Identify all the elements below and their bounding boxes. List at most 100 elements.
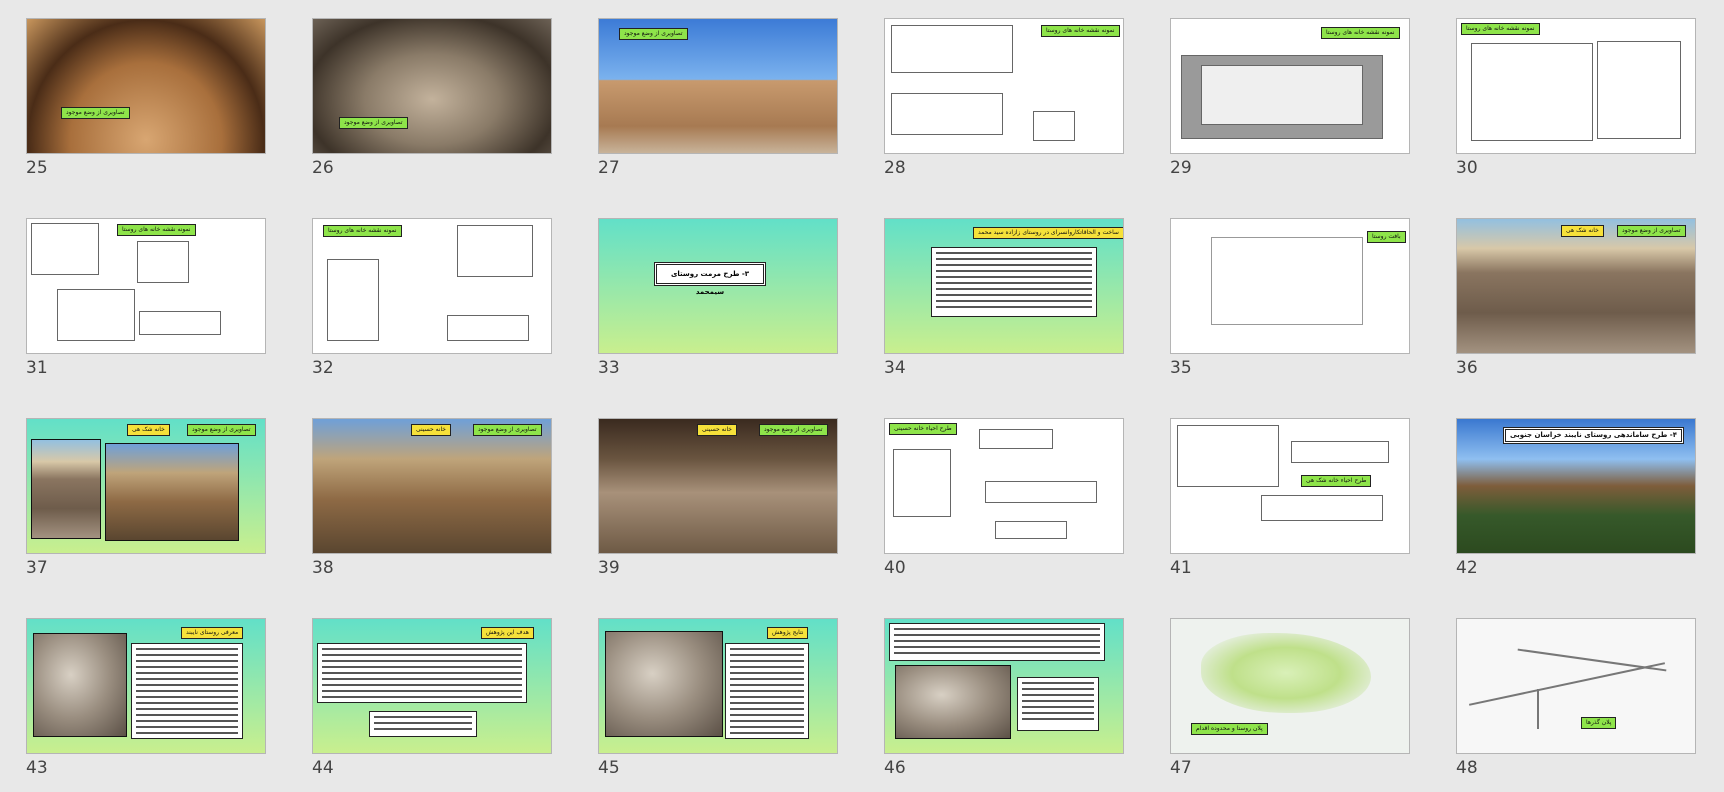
slide-preview[interactable]: پلان گذرها (1456, 618, 1696, 754)
slide-thumbnail[interactable]: نمونه نقشه خانه های روستا 29 (1170, 18, 1410, 177)
slide-number: 33 (598, 358, 620, 378)
text-panel (1017, 677, 1099, 731)
slide-preview[interactable] (884, 618, 1124, 754)
section-drawing (985, 481, 1097, 503)
text-panel (889, 623, 1105, 661)
slide-thumbnail[interactable]: بافت روستا 35 (1170, 218, 1410, 377)
slide-thumbnail[interactable]: نمونه نقشه خانه های روستا 31 (26, 218, 266, 377)
slide-preview[interactable]: نمونه نقشه خانه های روستا (26, 218, 266, 354)
slide-caption-tag: تصاویری از وضع موجود (1617, 225, 1686, 237)
slide-number: 32 (312, 358, 334, 378)
slide-caption-tag: تصاویری از وضع موجود (187, 424, 256, 436)
slide-preview[interactable]: طرح احیاء خانه حسینی (884, 418, 1124, 554)
slide-caption-tag: تصاویری از وضع موجود (473, 424, 542, 436)
slide-caption-tag: معرفی روستای نایبند (181, 627, 244, 639)
slide-caption-tag: خانه شک هی (1561, 225, 1604, 237)
slide-thumbnail[interactable]: نتایج پژوهش 45 (598, 618, 838, 777)
slide-preview[interactable]: نمونه نقشه خانه های روستا (312, 218, 552, 354)
slide-caption-tag: نمونه نقشه خانه های روستا (1461, 23, 1540, 35)
slide-number: 28 (884, 158, 906, 178)
slide-caption-tag: نتایج پژوهش (767, 627, 809, 639)
slide-preview[interactable]: هدف این پژوهش (312, 618, 552, 754)
slide-number: 47 (1170, 758, 1192, 778)
path-network-line (1537, 689, 1539, 729)
elevation-drawing (891, 25, 1013, 73)
slide-preview[interactable]: تصاویری از وضع موجود خانه شک هی (1456, 218, 1696, 354)
slide-number: 30 (1456, 158, 1478, 178)
slide-number: 44 (312, 758, 334, 778)
slide-number: 27 (598, 158, 620, 178)
village-texture-map (1211, 237, 1363, 325)
slide-thumbnail[interactable]: پلان گذرها 48 (1456, 618, 1696, 777)
slide-preview[interactable]: نمونه نقشه خانه های روستا (884, 18, 1124, 154)
slide-thumbnail[interactable]: معرفی روستای نایبند 43 (26, 618, 266, 777)
section-drawing (995, 521, 1067, 539)
slide-caption-tag: نمونه نقشه خانه های روستا (117, 224, 196, 236)
slide-preview[interactable]: ۴- طرح ساماندهی روستای نایبند خراسان جنو… (1456, 418, 1696, 554)
slide-caption-tag: پلان گذرها (1581, 717, 1617, 729)
slide-thumbnail[interactable]: طرح احیاء خانه شک هی 41 (1170, 418, 1410, 577)
slide-caption-tag: خانه حسینی (697, 424, 738, 436)
slide-preview[interactable]: ۳- طرح مرمت روستای سیمحمد (598, 218, 838, 354)
floor-plan-rooms (1201, 65, 1363, 125)
slide-caption-tag: تصاویری از وضع موجود (61, 107, 130, 119)
slide-thumbnail[interactable]: تصاویری از وضع موجود خانه حسینی 39 (598, 418, 838, 577)
slide-caption-tag: خانه حسینی (411, 424, 452, 436)
slide-preview[interactable]: تصاویری از وضع موجود (26, 18, 266, 154)
slide-thumbnail[interactable]: هدف این پژوهش 44 (312, 618, 552, 777)
slide-caption-tag: نمونه نقشه خانه های روستا (1321, 27, 1400, 39)
slide-number: 41 (1170, 558, 1192, 578)
slide-thumbnail[interactable]: تصاویری از وضع موجود خانه شک هی 37 (26, 418, 266, 577)
slide-number: 34 (884, 358, 906, 378)
slide-preview[interactable]: نمونه نقشه خانه های روستا (1456, 18, 1696, 154)
slide-preview[interactable]: نتایج پژوهش (598, 618, 838, 754)
photo (105, 443, 239, 541)
slide-number: 26 (312, 158, 334, 178)
slide-thumbnail[interactable]: 46 (884, 618, 1124, 777)
slide-thumbnail[interactable]: ۳- طرح مرمت روستای سیمحمد 33 (598, 218, 838, 377)
slide-preview[interactable]: طرح احیاء خانه شک هی (1170, 418, 1410, 554)
slide-preview[interactable]: تصاویری از وضع موجود خانه شک هی (26, 418, 266, 554)
slide-preview[interactable]: تصاویری از وضع موجود (598, 18, 838, 154)
slide-caption-tag: خانه شک هی (127, 424, 170, 436)
slide-thumbnail[interactable]: تصاویری از وضع موجود 27 (598, 18, 838, 177)
slide-preview[interactable]: نمونه نقشه خانه های روستا (1170, 18, 1410, 154)
text-panel (369, 711, 477, 737)
slide-thumbnail[interactable]: تصاویری از وضع موجود 26 (312, 18, 552, 177)
path-network-line (1468, 662, 1666, 706)
slide-preview[interactable]: پلان روستا و محدوده اقدام (1170, 618, 1410, 754)
slide-thumbnail[interactable]: تصاویری از وضع موجود 25 (26, 18, 266, 177)
elevation-drawing (137, 241, 189, 283)
text-panel (131, 643, 243, 739)
slide-thumbnail[interactable]: نمونه نقشه خانه های روستا 32 (312, 218, 552, 377)
slide-caption-tag: طرح احیاء خانه حسینی (889, 423, 957, 435)
slide-preview[interactable]: تصاویری از وضع موجود خانه حسینی (598, 418, 838, 554)
slide-thumbnail[interactable]: پلان روستا و محدوده اقدام 47 (1170, 618, 1410, 777)
section-drawing (891, 93, 1003, 135)
slide-number: 48 (1456, 758, 1478, 778)
site-plan-map (1201, 633, 1371, 713)
slide-number: 43 (26, 758, 48, 778)
elevation-drawing (1291, 441, 1389, 463)
floor-plan-drawing (1597, 41, 1681, 139)
slide-thumbnail[interactable]: تصاویری از وضع موجود خانه شک هی 36 (1456, 218, 1696, 377)
slide-number: 35 (1170, 358, 1192, 378)
slide-number: 25 (26, 158, 48, 178)
elevation-drawing (979, 429, 1053, 449)
slide-preview[interactable]: ساخت و الحاقاتکاروانسرای در روستای زازاد… (884, 218, 1124, 354)
plan-drawing (1033, 111, 1075, 141)
slide-thumbnail[interactable]: ۴- طرح ساماندهی روستای نایبند خراسان جنو… (1456, 418, 1696, 577)
slide-thumbnail[interactable]: نمونه نقشه خانه های روستا 30 (1456, 18, 1696, 177)
slide-thumbnail[interactable]: نمونه نقشه خانه های روستا 28 (884, 18, 1124, 177)
slide-number: 40 (884, 558, 906, 578)
slide-preview[interactable]: تصاویری از وضع موجود (312, 18, 552, 154)
slide-thumbnail[interactable]: طرح احیاء خانه حسینی 40 (884, 418, 1124, 577)
slide-thumbnail[interactable]: تصاویری از وضع موجود خانه حسینی 38 (312, 418, 552, 577)
slide-thumbnail[interactable]: ساخت و الحاقاتکاروانسرای در روستای زازاد… (884, 218, 1124, 377)
slide-preview[interactable]: بافت روستا (1170, 218, 1410, 354)
photo (31, 439, 101, 539)
slide-caption-tag: نمونه نقشه خانه های روستا (323, 225, 402, 237)
slide-preview[interactable]: تصاویری از وضع موجود خانه حسینی (312, 418, 552, 554)
slide-title: ۳- طرح مرمت روستای سیمحمد (654, 262, 766, 296)
slide-preview[interactable]: معرفی روستای نایبند (26, 618, 266, 754)
